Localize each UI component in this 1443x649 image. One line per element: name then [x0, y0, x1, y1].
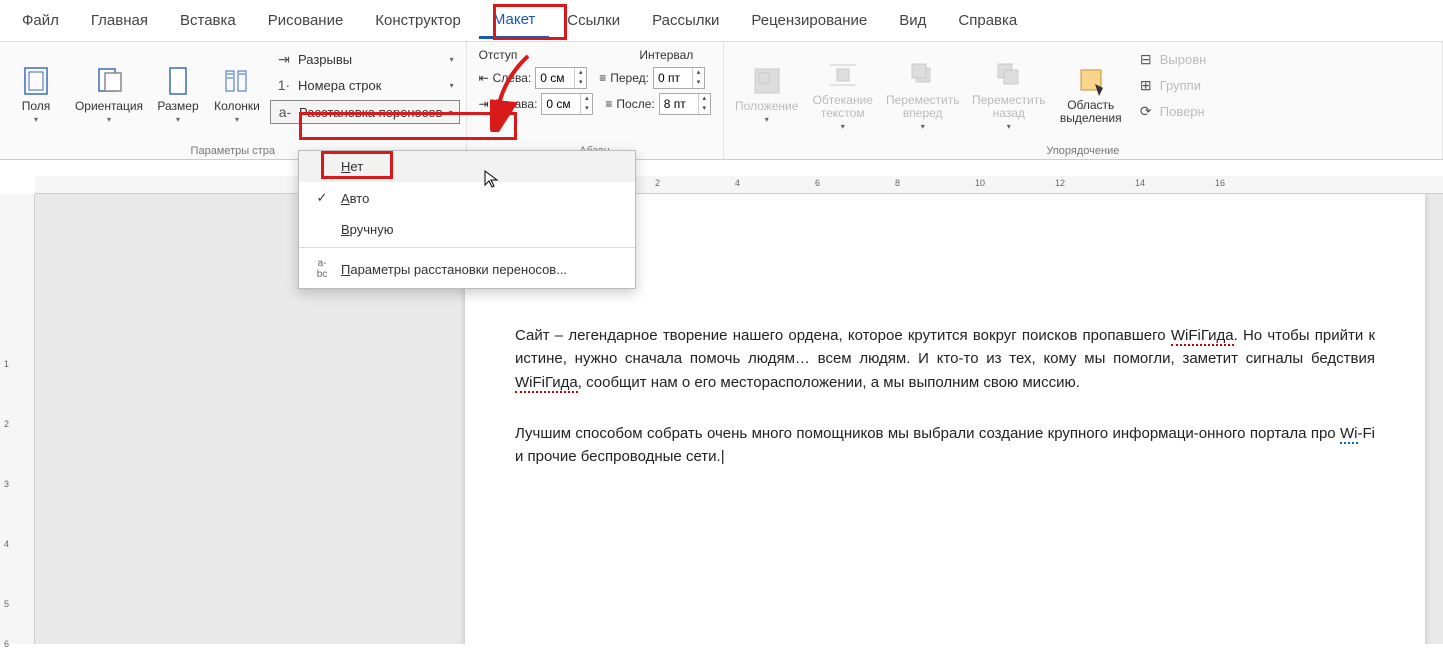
hyph-manual-item[interactable]: Вручную	[299, 214, 635, 245]
spacing-after-icon: ≡	[605, 97, 612, 111]
chevron-down-icon: ▾	[34, 115, 38, 124]
arrange-group-label: Упорядочение	[730, 143, 1436, 157]
grammar-error[interactable]: Wi	[1340, 425, 1358, 444]
size-icon	[161, 64, 195, 98]
spacing-header: Интервал	[639, 48, 693, 62]
paragraph-2[interactable]: Лучшим способом собрать очень много помо…	[515, 422, 1375, 469]
tab-insert[interactable]: Вставка	[166, 4, 250, 37]
columns-icon	[220, 64, 254, 98]
hyph-options-item[interactable]: a-bcПараметры расстановки переносов...	[299, 250, 635, 288]
breaks-button[interactable]: ⇥ Разрывы ▾	[270, 48, 460, 70]
tab-home[interactable]: Главная	[77, 4, 162, 37]
line-numbers-icon: 1·	[276, 77, 292, 93]
tab-help[interactable]: Справка	[944, 4, 1031, 37]
document-area: Сайт – легендарное творение нашего орден…	[35, 194, 1443, 644]
indent-header: Отступ	[479, 48, 518, 62]
send-backward-icon	[992, 58, 1026, 92]
position-button: Положение ▾	[730, 46, 804, 142]
hyphenation-icon: a-	[277, 104, 293, 120]
indent-left-icon: ⇤	[479, 71, 489, 85]
chevron-down-icon: ▾	[1007, 122, 1011, 131]
rotate-icon: ⟳	[1138, 103, 1154, 119]
chevron-down-icon: ▾	[449, 108, 453, 117]
wrap-text-icon	[826, 58, 860, 92]
align-button: ⊟Выровн	[1132, 48, 1213, 70]
line-numbers-button[interactable]: 1· Номера строк ▾	[270, 74, 460, 96]
group-page-setup: Поля ▾ Ориентация ▾ Размер ▾ Колонки ▾ ⇥	[0, 42, 467, 159]
group-icon: ⊞	[1138, 77, 1154, 93]
group-arrange: Положение ▾ Обтекание текстом ▾ Перемест…	[724, 42, 1443, 159]
columns-button[interactable]: Колонки ▾	[208, 46, 266, 142]
chevron-down-icon: ▾	[450, 55, 454, 64]
send-backward-button: Переместить назад ▾	[968, 46, 1050, 142]
tab-mailings[interactable]: Рассылки	[638, 4, 733, 37]
chevron-down-icon: ▾	[176, 115, 180, 124]
check-icon: ✓	[313, 190, 331, 206]
spell-error[interactable]: WiFiГида	[515, 374, 578, 393]
hyphenation-options-icon: a-bc	[313, 258, 331, 280]
selection-pane-icon	[1074, 63, 1108, 97]
bring-forward-icon	[906, 58, 940, 92]
mnemonic-letter: А	[341, 191, 350, 206]
indent-right-spinner[interactable]: ▴▾	[541, 93, 593, 115]
chevron-down-icon: ▾	[235, 115, 239, 124]
tab-design[interactable]: Конструктор	[361, 4, 475, 37]
align-icon: ⊟	[1138, 51, 1154, 67]
bring-forward-button: Переместить вперед ▾	[882, 46, 964, 142]
chevron-down-icon: ▾	[841, 122, 845, 131]
spacing-after-spinner[interactable]: ▴▾	[659, 93, 711, 115]
tab-layout[interactable]: Макет	[479, 3, 549, 39]
position-icon	[750, 64, 784, 98]
tab-references[interactable]: Ссылки	[553, 4, 634, 37]
horizontal-ruler[interactable]: 2 4 6 8 10 12 14 16	[35, 176, 1443, 194]
mnemonic-letter: Н	[341, 159, 350, 174]
group-button: ⊞Группи	[1132, 74, 1213, 96]
indent-left-spinner[interactable]: ▴▾	[535, 67, 587, 89]
text-cursor: |	[721, 448, 725, 465]
margins-button[interactable]: Поля ▾	[6, 46, 66, 142]
orientation-icon	[92, 64, 126, 98]
rotate-button: ⟳Поверн	[1132, 100, 1213, 122]
size-button[interactable]: Размер ▾	[152, 46, 204, 142]
chevron-down-icon: ▾	[107, 115, 111, 124]
breaks-icon: ⇥	[276, 51, 292, 67]
selection-pane-button[interactable]: Область выделения	[1054, 46, 1128, 142]
paragraph-1[interactable]: Сайт – легендарное творение нашего орден…	[515, 324, 1375, 394]
spell-error[interactable]: WiFiГида	[1171, 327, 1234, 346]
chevron-down-icon: ▾	[765, 115, 769, 124]
hyph-none-item[interactable]: Нет	[299, 151, 635, 182]
chevron-down-icon: ▾	[921, 122, 925, 131]
hyphenation-dropdown: Нет ✓Авто Вручную a-bcПараметры расстано…	[298, 150, 636, 289]
menu-tabs: Файл Главная Вставка Рисование Конструкт…	[0, 0, 1443, 42]
spacing-before-spinner[interactable]: ▴▾	[653, 67, 705, 89]
ribbon: Поля ▾ Ориентация ▾ Размер ▾ Колонки ▾ ⇥	[0, 42, 1443, 160]
tab-file[interactable]: Файл	[8, 4, 73, 37]
vertical-ruler[interactable]: 1 2 3 4 5 6	[0, 194, 35, 644]
orientation-button[interactable]: Ориентация ▾	[70, 46, 148, 142]
wrap-text-button: Обтекание текстом ▾	[808, 46, 878, 142]
hyph-auto-item[interactable]: ✓Авто	[299, 182, 635, 214]
margins-icon	[19, 64, 53, 98]
mnemonic-letter: В	[341, 222, 350, 237]
hyphenation-button[interactable]: a- Расстановка переносов ▾	[270, 100, 460, 124]
indent-right-icon: ⇥	[479, 97, 489, 111]
group-paragraph: Отступ Интервал ⇤Слева: ▴▾ ≡Перед: ▴▾ ⇥С…	[467, 42, 724, 159]
tab-draw[interactable]: Рисование	[254, 4, 358, 37]
mnemonic-letter: П	[341, 262, 350, 277]
spacing-before-icon: ≡	[599, 71, 606, 85]
chevron-down-icon: ▾	[450, 81, 454, 90]
tab-review[interactable]: Рецензирование	[737, 4, 881, 37]
tab-view[interactable]: Вид	[885, 4, 940, 37]
